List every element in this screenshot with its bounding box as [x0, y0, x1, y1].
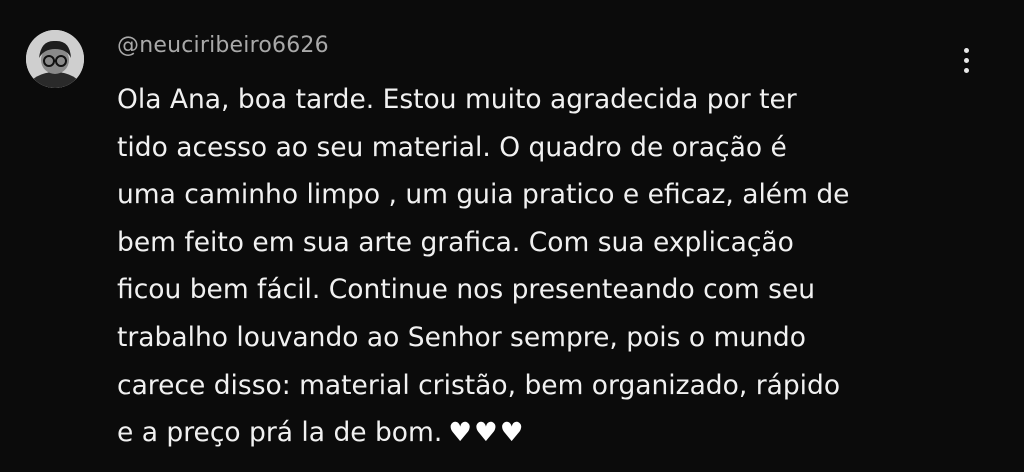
avatar[interactable] [26, 30, 84, 88]
more-vert-icon-dot [963, 67, 969, 73]
avatar-image [26, 30, 84, 88]
comment-line: Ola Ana, boa tarde. Estou muito agradeci… [117, 84, 797, 115]
more-vert-icon [963, 47, 969, 53]
comment-line: ficou bem fácil. Continue nos presentean… [117, 274, 816, 306]
comment-line: e a preço prá la de bom. [117, 417, 443, 449]
comment-author[interactable]: @neuciribeiro6626 [117, 33, 329, 58]
comment-line-last: e a preço prá la de bom. ♥♥♥ [117, 409, 957, 457]
heart-emoji: ♥♥♥ [448, 417, 526, 449]
comment-line: trabalho louvando ao Senhor sempre, pois… [117, 321, 806, 353]
comment-line: tido acesso ao seu material. O quadro de… [117, 131, 787, 163]
comment-text: Ola Ana, boa tarde. Estou muito agradeci… [117, 76, 957, 457]
more-vert-icon-dot [963, 57, 969, 63]
comment-line: uma caminho limpo , um guia pratico e ef… [117, 179, 850, 211]
comment-line: bem feito em sua arte grafica. Com sua e… [117, 226, 794, 258]
comment-item: @neuciribeiro6626 Ola Ana, boa tarde. Es… [0, 0, 1024, 472]
comment-line: carece disso: material cristão, bem orga… [117, 369, 841, 401]
more-options-button[interactable] [952, 40, 980, 80]
